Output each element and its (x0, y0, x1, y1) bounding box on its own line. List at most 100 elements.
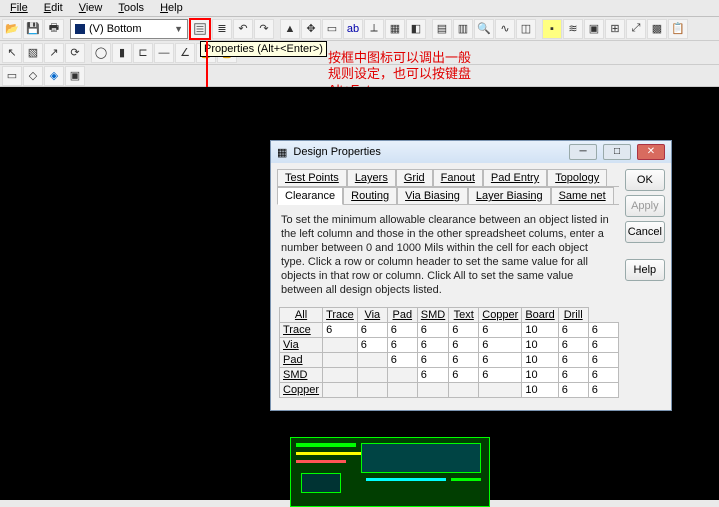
move-icon[interactable]: ✥ (301, 19, 321, 39)
cursor-icon[interactable]: ▲ (280, 19, 300, 39)
maximize-button[interactable]: □ (603, 144, 631, 160)
report-icon[interactable]: 📋 (668, 19, 688, 39)
clearance-cell[interactable]: 10 (522, 323, 558, 338)
clearance-cell[interactable]: 6 (479, 368, 522, 383)
grid-1-icon[interactable]: ▤ (432, 19, 452, 39)
part-icon[interactable]: ◧ (406, 19, 426, 39)
help-button[interactable]: Help (625, 259, 665, 281)
clearance-cell[interactable]: 6 (417, 368, 448, 383)
menu-view[interactable]: View (73, 1, 109, 15)
properties-button[interactable] (189, 18, 211, 40)
clearance-cell[interactable]: 6 (479, 353, 522, 368)
clearance-cell[interactable]: 6 (588, 368, 618, 383)
clearance-cell[interactable]: 6 (387, 323, 417, 338)
tab-same-net[interactable]: Same net (551, 187, 614, 204)
tab-pad-entry[interactable]: Pad Entry (483, 169, 547, 186)
menu-help[interactable]: Help (154, 1, 189, 15)
save-icon[interactable]: 💾 (23, 19, 43, 39)
tab-test-points[interactable]: Test Points (277, 169, 347, 186)
clearance-cell[interactable]: 6 (323, 323, 358, 338)
clearance-cell[interactable]: 10 (522, 353, 558, 368)
tab-layers[interactable]: Layers (347, 169, 396, 186)
select-arrow-icon[interactable]: ↖ (2, 43, 22, 63)
tab-layer-biasing[interactable]: Layer Biasing (468, 187, 551, 204)
move-obj-icon[interactable]: ↗ (44, 43, 64, 63)
attrs-icon[interactable]: ab (343, 19, 363, 39)
clearance-cell[interactable]: 6 (387, 338, 417, 353)
clearance-cell[interactable]: 6 (588, 383, 618, 398)
row-header-via[interactable]: Via (280, 338, 323, 353)
row-header-trace[interactable]: Trace (280, 323, 323, 338)
row-header-pad[interactable]: Pad (280, 353, 323, 368)
clearance-cell[interactable]: 10 (522, 383, 558, 398)
clearance-cell[interactable]: 6 (558, 383, 588, 398)
clearance-cell[interactable]: 6 (479, 323, 522, 338)
col-header-via[interactable]: Via (357, 308, 387, 323)
clearance-cell[interactable]: 6 (449, 353, 479, 368)
place4-icon[interactable]: ▣ (65, 66, 85, 86)
clearance-cell[interactable]: 6 (558, 353, 588, 368)
row-header-smd[interactable]: SMD (280, 368, 323, 383)
menu-file[interactable]: File (4, 1, 34, 15)
layers-icon[interactable]: ▦ (385, 19, 405, 39)
area-icon[interactable]: ▧ (23, 43, 43, 63)
display-icon[interactable]: ▣ (584, 19, 604, 39)
redo-icon[interactable]: ↷ (254, 19, 274, 39)
close-button[interactable]: ✕ (637, 144, 665, 160)
arrange-icon[interactable]: ⊞ (605, 19, 625, 39)
layer-stack-icon[interactable]: ≋ (563, 19, 583, 39)
drc-icon[interactable]: ▩ (647, 19, 667, 39)
clearance-cell[interactable]: 6 (588, 323, 618, 338)
col-header-text[interactable]: Text (449, 308, 479, 323)
place2-icon[interactable]: ◇ (23, 66, 43, 86)
zoom-window-icon[interactable]: ▭ (322, 19, 342, 39)
col-header-trace[interactable]: Trace (323, 308, 358, 323)
open-icon[interactable]: 📂 (2, 19, 22, 39)
clearance-cell[interactable]: 6 (449, 368, 479, 383)
net-hl-icon[interactable]: ◫ (516, 19, 536, 39)
clearance-cell[interactable]: 10 (522, 368, 558, 383)
search-icon[interactable]: 🔍 (474, 19, 494, 39)
apply-button[interactable]: Apply (625, 195, 665, 217)
via-icon[interactable]: ◯ (91, 43, 111, 63)
grid-2-icon[interactable]: ▥ (453, 19, 473, 39)
col-header-board[interactable]: Board (522, 308, 558, 323)
place3-icon[interactable]: ◈ (44, 66, 64, 86)
row-header-copper[interactable]: Copper (280, 383, 323, 398)
clearance-cell[interactable]: 6 (357, 338, 387, 353)
col-header-drill[interactable]: Drill (558, 308, 588, 323)
clearance-cell[interactable]: 6 (417, 338, 448, 353)
wall-icon[interactable]: ▮ (112, 43, 132, 63)
tab-via-biasing[interactable]: Via Biasing (397, 187, 468, 204)
tab-topology[interactable]: Topology (547, 169, 607, 186)
layer-select[interactable]: (V) Bottom ▼ (70, 19, 188, 39)
zoom-fit-icon[interactable]: ⤢ (626, 19, 646, 39)
clearance-cell[interactable]: 6 (558, 338, 588, 353)
tab-fanout[interactable]: Fanout (433, 169, 483, 186)
col-header-copper[interactable]: Copper (479, 308, 522, 323)
align-icon[interactable]: ⊏ (133, 43, 153, 63)
clearance-cell[interactable]: 6 (588, 338, 618, 353)
menu-tools[interactable]: Tools (112, 1, 150, 15)
col-header-all[interactable]: All (280, 308, 323, 323)
tab-grid[interactable]: Grid (396, 169, 433, 186)
clearance-cell[interactable]: 6 (417, 323, 448, 338)
clearance-cell[interactable]: 6 (479, 338, 522, 353)
list-icon[interactable]: ≣ (212, 19, 232, 39)
cancel-button[interactable]: Cancel (625, 221, 665, 243)
clearance-cell[interactable]: 6 (449, 323, 479, 338)
ok-button[interactable]: OK (625, 169, 665, 191)
angle-icon[interactable]: ∠ (175, 43, 195, 63)
tab-clearance[interactable]: Clearance (277, 187, 343, 205)
dialog-titlebar[interactable]: ▦ Design Properties ─ □ ✕ (271, 141, 671, 163)
color-well-icon[interactable]: ▪ (542, 19, 562, 39)
clearance-cell[interactable]: 6 (417, 353, 448, 368)
ruler-icon[interactable]: ⟂ (364, 19, 384, 39)
clearance-cell[interactable]: 6 (357, 323, 387, 338)
menu-edit[interactable]: Edit (38, 1, 69, 15)
clearance-cell[interactable]: 6 (449, 338, 479, 353)
place1-icon[interactable]: ▭ (2, 66, 22, 86)
print-icon[interactable]: 🖶 (44, 19, 64, 39)
clearance-cell[interactable]: 6 (387, 353, 417, 368)
hline-icon[interactable]: ― (154, 43, 174, 63)
